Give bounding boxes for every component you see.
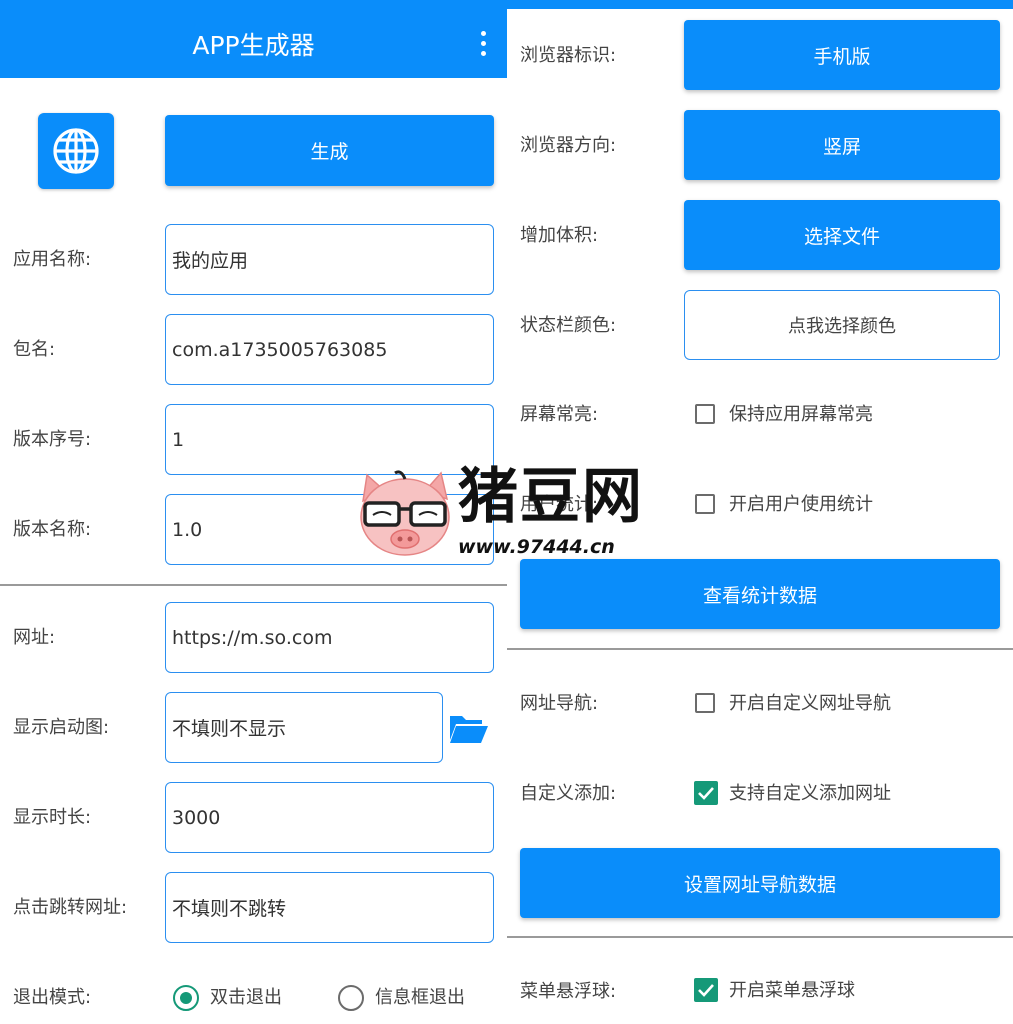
version-name-input[interactable]: 1.0 [165, 494, 494, 565]
package-label: 包名: [13, 339, 56, 360]
orientation-label: 浏览器方向: [520, 135, 617, 156]
generate-button[interactable]: 生成 [165, 115, 494, 186]
section-divider [0, 584, 507, 586]
custom-add-label: 自定义添加: [520, 783, 617, 804]
ua-button[interactable]: 手机版 [684, 20, 1000, 90]
screen-on-text: 保持应用屏幕常亮 [729, 404, 873, 425]
custom-add-text: 支持自定义添加网址 [729, 783, 891, 804]
exit-dialog-label: 信息框退出 [375, 987, 465, 1008]
folder-open-icon[interactable] [448, 710, 490, 746]
float-ball-label: 菜单悬浮球: [520, 981, 617, 1002]
app-bar-edge [507, 0, 1013, 9]
choose-file-button[interactable]: 选择文件 [684, 200, 1000, 270]
splash-label: 显示启动图: [13, 717, 110, 738]
size-label: 增加体积: [520, 225, 599, 246]
float-ball-text: 开启菜单悬浮球 [729, 980, 855, 1001]
set-nav-data-button[interactable]: 设置网址导航数据 [520, 848, 1000, 918]
click-url-input[interactable]: 不填则不跳转 [165, 872, 494, 943]
app-name-label: 应用名称: [13, 249, 92, 270]
splash-duration-input[interactable]: 3000 [165, 782, 494, 853]
check-icon [698, 787, 714, 800]
url-nav-label: 网址导航: [520, 693, 599, 714]
app-name-input[interactable]: 我的应用 [165, 224, 494, 295]
exit-dialog-radio[interactable] [338, 985, 364, 1011]
url-input[interactable]: https://m.so.com [165, 602, 494, 673]
stats-checkbox[interactable] [695, 494, 715, 514]
exit-double-tap-label: 双击退出 [210, 987, 282, 1008]
check-icon [698, 984, 714, 997]
orientation-button[interactable]: 竖屏 [684, 110, 1000, 180]
screen-on-checkbox[interactable] [695, 404, 715, 424]
custom-add-checkbox[interactable] [694, 781, 718, 805]
float-ball-checkbox[interactable] [694, 978, 718, 1002]
app-bar: APP生成器 [0, 0, 507, 78]
app-title: APP生成器 [192, 31, 315, 60]
ua-label: 浏览器标识: [520, 45, 617, 66]
exit-mode-label: 退出模式: [13, 987, 92, 1008]
view-stats-button[interactable]: 查看统计数据 [520, 559, 1000, 629]
globe-icon[interactable] [38, 113, 114, 189]
splash-input[interactable]: 不填则不显示 [165, 692, 443, 763]
url-label: 网址: [13, 627, 56, 648]
more-vert-icon[interactable] [473, 28, 493, 60]
right-panel: 浏览器标识: 手机版 浏览器方向: 竖屏 增加体积: 选择文件 状态栏颜色: 点… [507, 0, 1013, 1024]
click-url-label: 点击跳转网址: [13, 897, 128, 918]
splash-duration-label: 显示时长: [13, 807, 92, 828]
version-name-label: 版本名称: [13, 519, 92, 540]
url-nav-checkbox[interactable] [695, 693, 715, 713]
stats-text: 开启用户使用统计 [729, 494, 873, 515]
exit-double-tap-radio[interactable] [173, 985, 199, 1011]
version-code-input[interactable]: 1 [165, 404, 494, 475]
stats-label: 用户统计: [520, 494, 599, 515]
statusbar-color-label: 状态栏颜色: [520, 315, 617, 336]
section-divider [507, 648, 1013, 650]
left-panel: APP生成器 生成 应用名称: 我的应用 包名: com.a1735005763… [0, 0, 507, 1024]
version-code-label: 版本序号: [13, 429, 92, 450]
pick-color-button[interactable]: 点我选择颜色 [684, 290, 1000, 360]
screen-on-label: 屏幕常亮: [520, 404, 599, 425]
section-divider [507, 936, 1013, 938]
url-nav-text: 开启自定义网址导航 [729, 693, 891, 714]
package-input[interactable]: com.a1735005763085 [165, 314, 494, 385]
